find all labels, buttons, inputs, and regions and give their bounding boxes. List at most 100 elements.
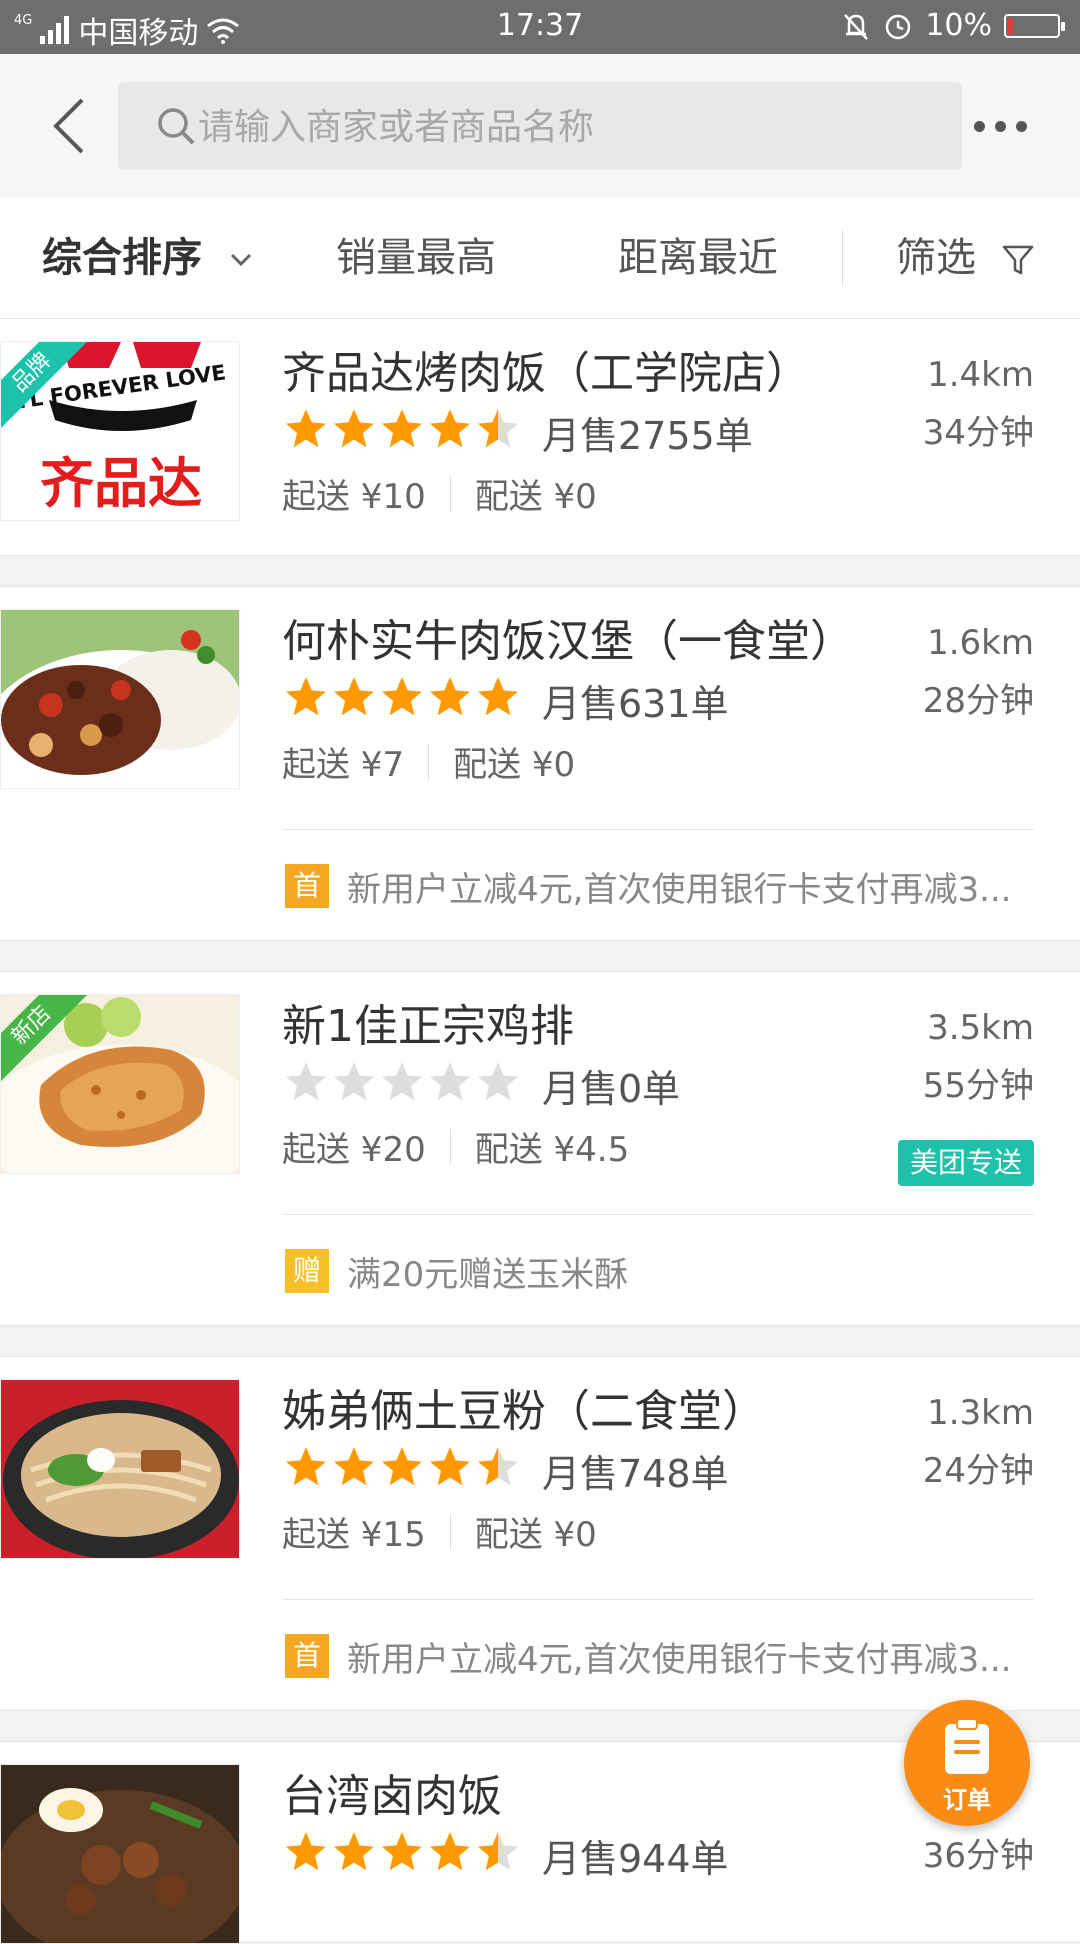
shop-photo: 新店 — [0, 994, 240, 1174]
shop-photo — [0, 1764, 240, 1944]
shop-photo — [0, 1379, 240, 1559]
filter-button[interactable]: 筛选 — [896, 198, 1035, 318]
monthly-sales: 月售0单 — [542, 1067, 681, 1111]
star-icon — [286, 677, 326, 716]
star-icon — [286, 1447, 326, 1486]
star-icon — [382, 1447, 422, 1486]
sort-distance[interactable]: 距离最近 — [618, 198, 778, 318]
order-button-label: 订单 — [943, 1786, 991, 1814]
sort-distance-label: 距离最近 — [618, 235, 778, 281]
shop-name: 何朴实牛肉饭汉堡（一食堂） — [282, 616, 854, 667]
star-icon — [334, 1447, 374, 1486]
sort-bar: 综合排序 销量最高 距离最近 筛选 — [0, 198, 1080, 319]
delivery-time: 34分钟 — [922, 413, 1034, 453]
monthly-sales: 月售748单 — [542, 1452, 729, 1496]
rating-stars — [284, 675, 520, 719]
fees-row: 起送 ¥15 配送 ¥0 — [282, 1507, 597, 1556]
filter-icon — [1002, 245, 1033, 275]
delivery-time: 24分钟 — [922, 1451, 1034, 1491]
star-icon — [334, 1832, 374, 1871]
shop-item[interactable]: YL FOREVER LOVE 齐品达 品牌 齐品达烤肉饭（工学院店） 1.4k… — [0, 318, 1080, 556]
promo-row: 首 新用户立减4元,首次使用银行卡支付再减3... — [285, 863, 1034, 910]
shop-distance: 1.3km — [927, 1393, 1034, 1433]
shop-distance: 1.6km — [927, 623, 1034, 663]
fees-divider — [449, 1128, 451, 1165]
delivery-fee: 配送 ¥0 — [474, 1515, 597, 1555]
promo-text: 新用户立减4元,首次使用银行卡支付再减3... — [347, 869, 1012, 910]
min-order: 起送 ¥7 — [282, 745, 405, 785]
fees-row: 起送 ¥20 配送 ¥4.5 — [282, 1122, 629, 1171]
star-icon — [478, 1447, 518, 1486]
star-icon — [430, 677, 470, 716]
star-icon — [382, 677, 422, 716]
sort-comprehensive-label: 综合排序 — [42, 235, 202, 281]
rating-stars — [284, 1445, 520, 1489]
star-icon — [382, 1062, 422, 1101]
shop-distance: 1.4km — [927, 355, 1034, 395]
sort-sales[interactable]: 销量最高 — [336, 198, 496, 318]
shop-item[interactable]: 姊弟俩土豆粉（二食堂） 1.3km 月售748单 24分钟 起送 ¥15 配送 … — [0, 1356, 1080, 1711]
delivery-fee: 配送 ¥4.5 — [474, 1130, 630, 1170]
more-button[interactable] — [968, 106, 1032, 146]
fees-divider — [449, 475, 451, 512]
delivery-time: 28分钟 — [922, 681, 1034, 721]
min-order: 起送 ¥15 — [282, 1515, 426, 1555]
star-icon — [382, 1832, 422, 1871]
rating-stars — [284, 407, 520, 451]
promo-text: 新用户立减4元,首次使用银行卡支付再减3... — [347, 1639, 1012, 1680]
chevron-down-icon — [230, 253, 251, 267]
food-photo-potato-noodles — [1, 1380, 239, 1558]
sort-sales-label: 销量最高 — [336, 235, 496, 281]
more-dot — [973, 120, 985, 132]
min-order: 起送 ¥10 — [282, 477, 426, 517]
delivery-time: 36分钟 — [922, 1836, 1034, 1876]
shop-item[interactable]: 何朴实牛肉饭汉堡（一食堂） 1.6km 月售631单 28分钟 起送 ¥7 配送… — [0, 586, 1080, 941]
battery-fill — [1008, 17, 1013, 34]
fees-row: 起送 ¥7 配送 ¥0 — [282, 737, 575, 786]
star-icon — [334, 677, 374, 716]
filter-label: 筛选 — [896, 235, 976, 281]
rating-stars — [284, 1830, 520, 1874]
shop-logo: YL FOREVER LOVE 齐品达 品牌 — [0, 341, 240, 521]
logo-main-text: 齐品达 — [40, 452, 202, 515]
clipboard-icon — [945, 1718, 989, 1774]
star-icon — [430, 1062, 470, 1101]
min-order: 起送 ¥20 — [282, 1130, 426, 1170]
first-order-badge: 首 — [285, 1634, 329, 1678]
gift-badge: 赠 — [285, 1249, 329, 1293]
star-icon — [334, 1062, 374, 1101]
star-icon — [286, 1062, 326, 1101]
delivery-time: 55分钟 — [922, 1066, 1034, 1106]
search-input[interactable] — [196, 82, 940, 172]
shop-name: 姊弟俩土豆粉（二食堂） — [282, 1386, 766, 1437]
monthly-sales: 月售2755单 — [542, 414, 753, 458]
star-icon — [286, 1832, 326, 1871]
top-bar — [0, 54, 1080, 199]
shop-name: 齐品达烤肉饭（工学院店） — [282, 348, 810, 399]
promo-row: 首 新用户立减4元,首次使用银行卡支付再减3... — [285, 1633, 1034, 1680]
back-button[interactable] — [46, 96, 106, 156]
star-icon — [430, 1447, 470, 1486]
shop-item[interactable]: 新店 新1佳正宗鸡排 3.5km 月售0单 55分钟 起送 ¥20 配送 ¥4.… — [0, 971, 1080, 1326]
star-icon — [478, 1832, 518, 1871]
star-icon — [478, 677, 518, 716]
sort-comprehensive[interactable]: 综合排序 — [42, 198, 252, 318]
promo-row: 赠 满20元赠送玉米酥 — [285, 1248, 1034, 1295]
promo-divider — [282, 829, 1034, 830]
star-icon — [286, 409, 326, 448]
search-box[interactable] — [118, 82, 962, 172]
chevron-left-icon — [53, 98, 84, 154]
food-photo-braised-pork-rice — [1, 1765, 239, 1943]
fees-divider — [428, 743, 430, 780]
alarm-icon — [886, 14, 911, 39]
delivery-fee: 配送 ¥0 — [453, 745, 576, 785]
status-right: 10% — [841, 8, 1065, 43]
promo-text: 满20元赠送玉米酥 — [347, 1254, 629, 1295]
more-dot — [994, 120, 1006, 132]
promo-divider — [282, 1599, 1034, 1600]
order-button[interactable]: 订单 — [904, 1700, 1030, 1826]
star-icon — [430, 1832, 470, 1871]
shop-name: 新1佳正宗鸡排 — [282, 1001, 574, 1052]
battery-icon — [1004, 13, 1065, 38]
mute-bell-icon — [844, 13, 869, 40]
